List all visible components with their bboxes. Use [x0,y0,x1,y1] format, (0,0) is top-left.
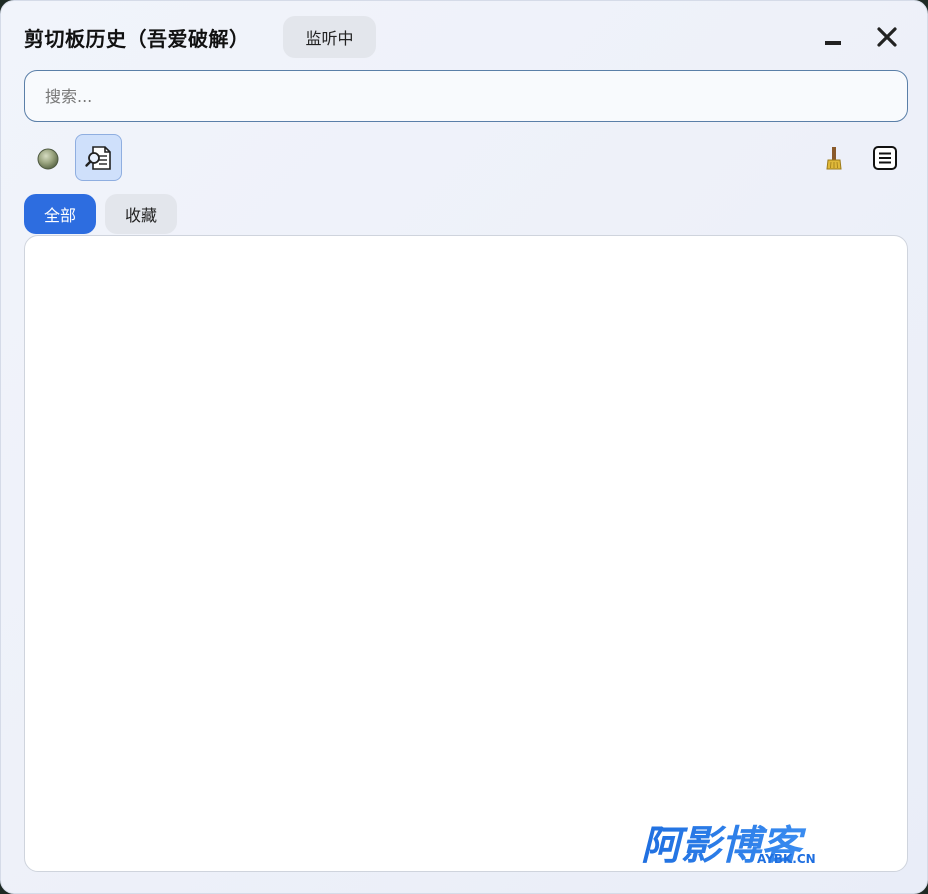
tab-all[interactable]: 全部 [24,194,96,234]
search-input[interactable] [24,70,908,122]
clipboard-history-window: 剪切板历史（吾爱破解） 监听中 搜索... 全部 收藏 阿影博客 AYBK.CN [0,0,928,894]
close-icon [877,27,897,47]
close-button[interactable] [869,21,905,53]
broom-icon [826,147,842,170]
search-content-button[interactable] [75,134,122,181]
menu-button[interactable] [869,142,901,174]
window-title: 剪切板历史（吾爱破解） [24,27,250,51]
minimize-button[interactable] [815,21,851,53]
monitor-status-toggle[interactable] [33,144,63,174]
list-icon [873,146,897,170]
clipboard-list[interactable] [24,235,908,872]
watermark-logo: 阿影博客 AYBK.CN [641,823,816,869]
watermark-sub-text: AYBK.CN [757,852,816,866]
search-document-icon [84,145,111,170]
status-dot-icon [37,148,59,170]
listening-status-badge[interactable]: 监听中 [283,16,376,58]
minimize-icon [825,41,841,45]
clear-history-button[interactable] [819,143,849,173]
tab-favorites[interactable]: 收藏 [105,194,177,234]
